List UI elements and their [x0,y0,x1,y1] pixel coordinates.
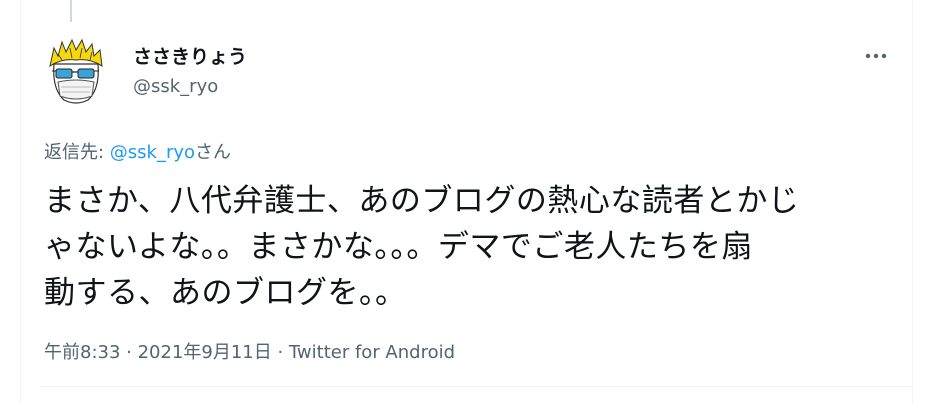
divider [40,386,912,387]
thread-connector-line [70,0,72,22]
tweet-text: まさか、八代弁護士、あのブログの熱心な読者とかじ ゃないよな。。まさかな。。。デ… [44,178,864,316]
tweet-text-line: ゃないよな。。まさかな。。。デマでご老人たちを扇 [44,229,753,265]
more-button[interactable] [858,44,894,68]
replying-to-suffix: さん [195,142,232,163]
author-name[interactable]: ささきりょう [133,42,247,69]
replying-to-prefix: 返信先: [44,142,110,163]
author-handle[interactable]: @ssk_ryo [133,76,218,97]
cartoon-avatar-icon [44,34,108,106]
avatar[interactable] [44,34,108,106]
tweet-text-line: 動する、あのブログを。。 [44,275,407,311]
tweet-text-line: まさか、八代弁護士、あのブログの熱心な読者とかじ [44,183,800,219]
more-dots-icon [865,53,887,59]
tweet-timestamp[interactable]: 午前8:33 · 2021年9月11日 · Twitter for Androi… [44,338,455,364]
replying-to: 返信先: @ssk_ryoさん [44,138,231,164]
reply-mention-link[interactable]: @ssk_ryo [110,142,195,163]
